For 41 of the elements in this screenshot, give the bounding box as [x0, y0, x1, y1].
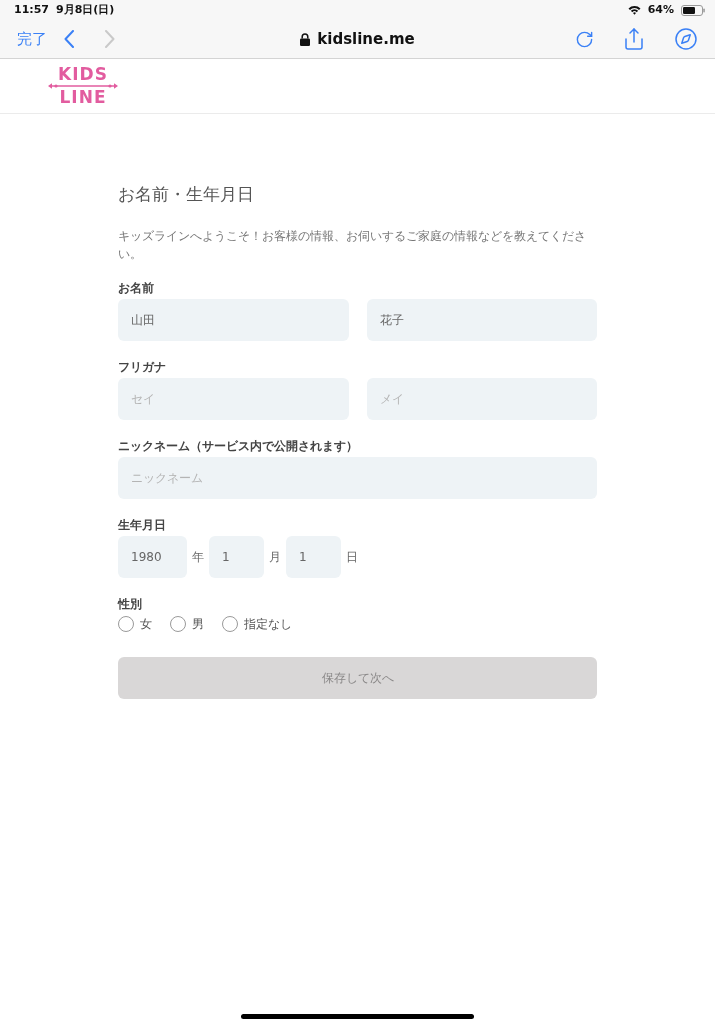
double-arrow-icon [48, 83, 118, 89]
input-field[interactable]: 花子 [366, 299, 597, 341]
page-title: お名前・生年月日 [118, 184, 255, 204]
field-label: フリガナ [118, 359, 167, 375]
input-field[interactable]: セイ [118, 378, 349, 420]
status-time: 11:57 [14, 3, 49, 17]
share-icon[interactable] [622, 27, 646, 51]
radio-label[interactable]: 男 [192, 616, 204, 632]
status-date: 9月8日(日) [56, 3, 115, 17]
wifi-icon [627, 5, 641, 15]
radio-button[interactable] [118, 616, 134, 632]
logo-text[interactable]: LINE [59, 89, 107, 106]
input-field[interactable]: ニックネーム [118, 457, 597, 499]
chevron-left-icon [64, 30, 74, 48]
radio-label[interactable]: 指定なし [244, 616, 292, 632]
field-label: 生年月日 [118, 517, 167, 533]
input-field[interactable]: 1 [286, 536, 341, 578]
logo-text[interactable]: KIDS [58, 66, 108, 83]
done-button[interactable]: 完了 [17, 30, 47, 48]
chevron-right-icon [105, 30, 115, 48]
lock-icon [300, 32, 311, 46]
input-field[interactable]: メイ [366, 378, 597, 420]
intro-text: キッズラインへようこそ！お客様の情報、お伺いするご家庭の情報などを教えてください。 [118, 228, 587, 263]
radio-button[interactable] [170, 616, 186, 632]
url-text[interactable]: kidsline.me [317, 30, 415, 48]
input-field[interactable]: 1980 [118, 536, 187, 578]
field-label: お名前 [118, 280, 155, 296]
unit-label: 日 [346, 549, 358, 565]
input-field[interactable]: 1 [209, 536, 264, 578]
field-label: 性別 [118, 596, 143, 612]
battery-percent: 64% [647, 3, 674, 17]
unit-label: 月 [269, 549, 281, 565]
back-button[interactable] [64, 30, 74, 48]
unit-label: 年 [192, 549, 204, 565]
radio-label[interactable]: 女 [140, 616, 152, 632]
field-label: ニックネーム（サービス内で公開されます） [118, 438, 359, 454]
battery-icon [681, 4, 705, 16]
compass-icon[interactable] [674, 27, 698, 51]
radio-button[interactable] [222, 616, 238, 632]
input-field[interactable]: 山田 [118, 299, 349, 341]
reload-icon[interactable] [575, 29, 594, 49]
